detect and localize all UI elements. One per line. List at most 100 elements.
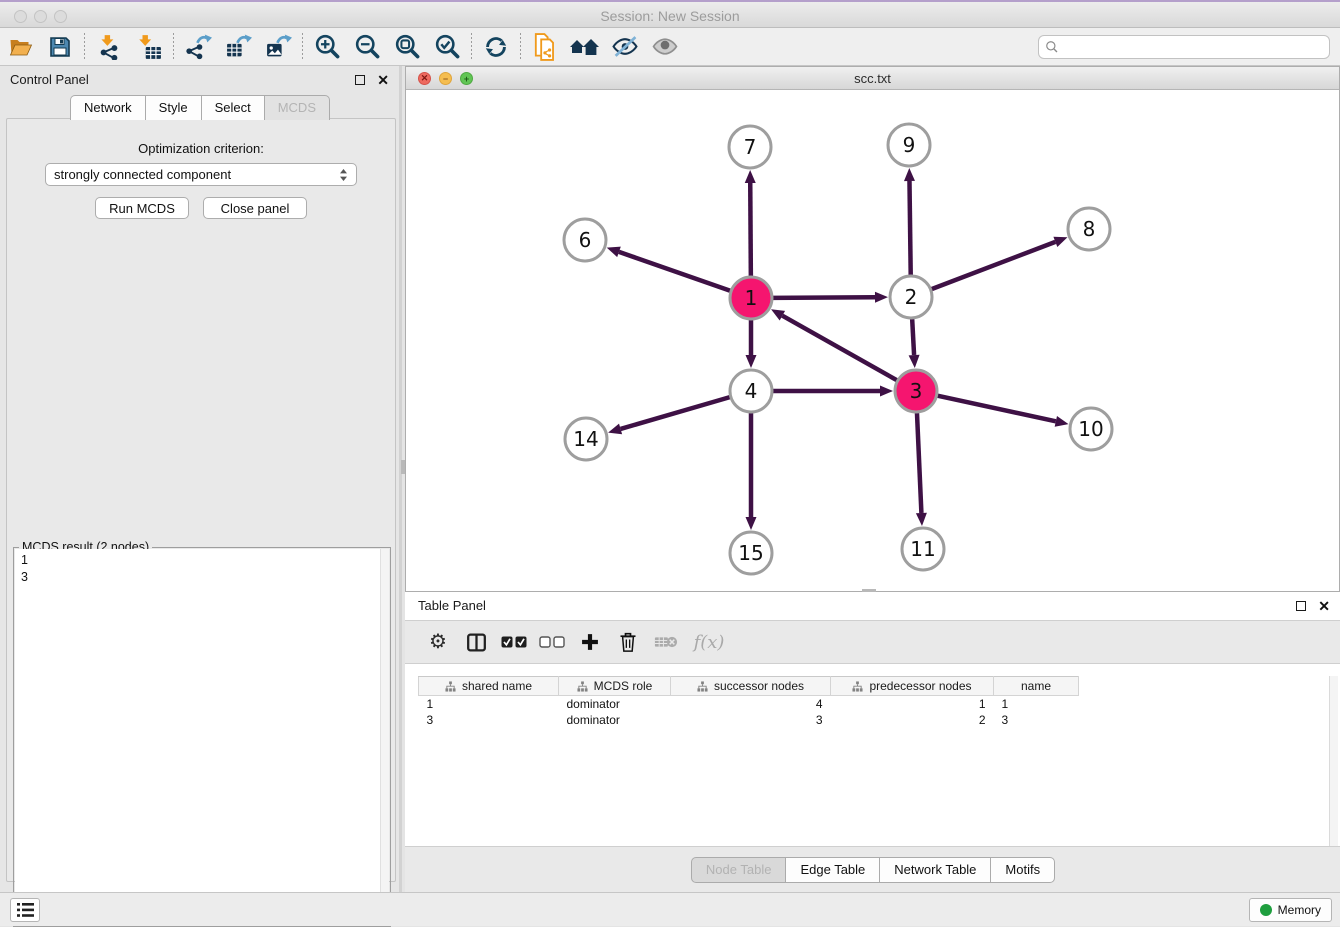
graph-edge[interactable] [917, 413, 921, 513]
cell-shared-name[interactable]: 3 [419, 712, 559, 728]
search-input[interactable] [1063, 40, 1323, 54]
home-button[interactable] [565, 31, 605, 63]
open-folder-icon [7, 35, 34, 59]
cell-mcds-role[interactable]: dominator [559, 696, 671, 712]
cell-predecessor-nodes[interactable]: 1 [831, 696, 994, 712]
import-table-button[interactable] [129, 31, 169, 63]
toolbar-separator [520, 33, 521, 61]
tab-style[interactable]: Style [145, 95, 202, 120]
memory-status-icon [1260, 904, 1272, 916]
close-table-panel-icon[interactable]: ✕ [1318, 601, 1330, 611]
network-window: ✕ − + scc.txt 7968124314101511 [405, 66, 1340, 592]
checked-boxes-icon [501, 636, 527, 648]
close-panel-icon[interactable]: ✕ [377, 75, 389, 85]
tab-motifs[interactable]: Motifs [990, 857, 1055, 883]
column-header-predecessor-nodes[interactable]: predecessor nodes [831, 677, 994, 696]
open-session-button[interactable] [0, 31, 40, 63]
gear-icon: ⚙ [429, 632, 447, 652]
export-network-button[interactable] [178, 31, 218, 63]
tab-network-table[interactable]: Network Table [879, 857, 991, 883]
graph-node-label: 10 [1078, 417, 1103, 441]
window-title: Session: New Session [0, 8, 1340, 24]
delete-table-button[interactable] [647, 625, 685, 659]
show-column-button[interactable] [457, 625, 495, 659]
clone-network-button[interactable] [525, 31, 565, 63]
table-options-button[interactable]: ⚙ [419, 625, 457, 659]
tab-select[interactable]: Select [201, 95, 265, 120]
mcds-result-text[interactable]: 1 3 [15, 549, 389, 925]
tab-mcds[interactable]: MCDS [264, 95, 330, 120]
cell-mcds-role[interactable]: dominator [559, 712, 671, 728]
toolbar-separator [173, 33, 174, 61]
unselect-all-columns-button[interactable] [533, 625, 571, 659]
graph-edge[interactable] [619, 252, 730, 291]
trash-icon [618, 631, 638, 653]
zoom-out-button[interactable] [347, 31, 387, 63]
graph-edge[interactable] [621, 397, 730, 429]
show-all-button[interactable] [645, 31, 685, 63]
network-window-titlebar[interactable]: ✕ − + scc.txt [406, 67, 1339, 90]
zoom-fit-button[interactable] [387, 31, 427, 63]
graph-edge[interactable] [750, 183, 751, 276]
zoom-selected-button[interactable] [427, 31, 467, 63]
cell-successor-nodes[interactable]: 3 [671, 712, 831, 728]
add-column-button[interactable] [571, 625, 609, 659]
table-row[interactable]: 1 dominator 4 1 1 [419, 696, 1079, 712]
graph-edge-arrowhead [745, 170, 756, 183]
graph-edge[interactable] [937, 396, 1055, 422]
graph-edge-arrowhead [746, 355, 757, 368]
select-all-columns-button[interactable] [495, 625, 533, 659]
float-table-panel-icon[interactable] [1296, 601, 1306, 611]
apply-function-button[interactable]: f(x) [685, 625, 733, 659]
graph-node-label: 14 [573, 427, 598, 451]
import-network-button[interactable] [89, 31, 129, 63]
network-graph[interactable]: 7968124314101511 [406, 90, 1339, 591]
graph-edge-arrowhead [1055, 416, 1069, 427]
cell-shared-name[interactable]: 1 [419, 696, 559, 712]
float-panel-icon[interactable] [355, 75, 365, 85]
eye-icon [651, 34, 679, 59]
tab-edge-table[interactable]: Edge Table [785, 857, 880, 883]
column-header-mcds-role[interactable]: MCDS role [559, 677, 671, 696]
optimization-value: strongly connected component [54, 167, 231, 182]
tab-node-table[interactable]: Node Table [691, 857, 787, 883]
table-header-row: shared name MCDS role successor nodes pr… [419, 677, 1079, 696]
graph-node-label: 1 [745, 286, 758, 310]
graph-edge[interactable] [909, 181, 910, 275]
table-scrollbar[interactable] [1329, 676, 1338, 846]
graph-edge[interactable] [773, 297, 875, 298]
graph-node-label: 4 [745, 379, 758, 403]
close-panel-button[interactable]: Close panel [203, 197, 307, 219]
task-history-button[interactable] [10, 898, 40, 922]
search-field[interactable] [1038, 35, 1330, 59]
graph-edge[interactable] [932, 242, 1056, 289]
column-header-shared-name[interactable]: shared name [419, 677, 559, 696]
refresh-styles-button[interactable] [476, 31, 516, 63]
result-scrollbar[interactable] [380, 549, 389, 925]
table-row[interactable]: 3 dominator 3 2 3 [419, 712, 1079, 728]
export-table-button[interactable] [218, 31, 258, 63]
cell-name[interactable]: 3 [994, 712, 1079, 728]
tab-network[interactable]: Network [70, 95, 146, 120]
hide-selected-button[interactable] [605, 31, 645, 63]
graph-node-label: 9 [903, 133, 916, 157]
column-header-name[interactable]: name [994, 677, 1079, 696]
cell-successor-nodes[interactable]: 4 [671, 696, 831, 712]
memory-button[interactable]: Memory [1249, 898, 1332, 922]
graph-edge-arrowhead [746, 517, 757, 530]
export-image-button[interactable] [258, 31, 298, 63]
zoom-in-icon [314, 33, 341, 60]
delete-column-button[interactable] [609, 625, 647, 659]
zoom-in-button[interactable] [307, 31, 347, 63]
toolbar-separator [302, 33, 303, 61]
cell-name[interactable]: 1 [994, 696, 1079, 712]
save-icon [48, 35, 72, 59]
graph-edge[interactable] [912, 319, 914, 355]
graph-node-label: 11 [910, 537, 935, 561]
optimization-select[interactable]: strongly connected component [45, 163, 357, 186]
run-mcds-button[interactable]: Run MCDS [95, 197, 189, 219]
save-session-button[interactable] [40, 31, 80, 63]
cell-predecessor-nodes[interactable]: 2 [831, 712, 994, 728]
column-header-successor-nodes[interactable]: successor nodes [671, 677, 831, 696]
graph-edge[interactable] [782, 316, 896, 381]
